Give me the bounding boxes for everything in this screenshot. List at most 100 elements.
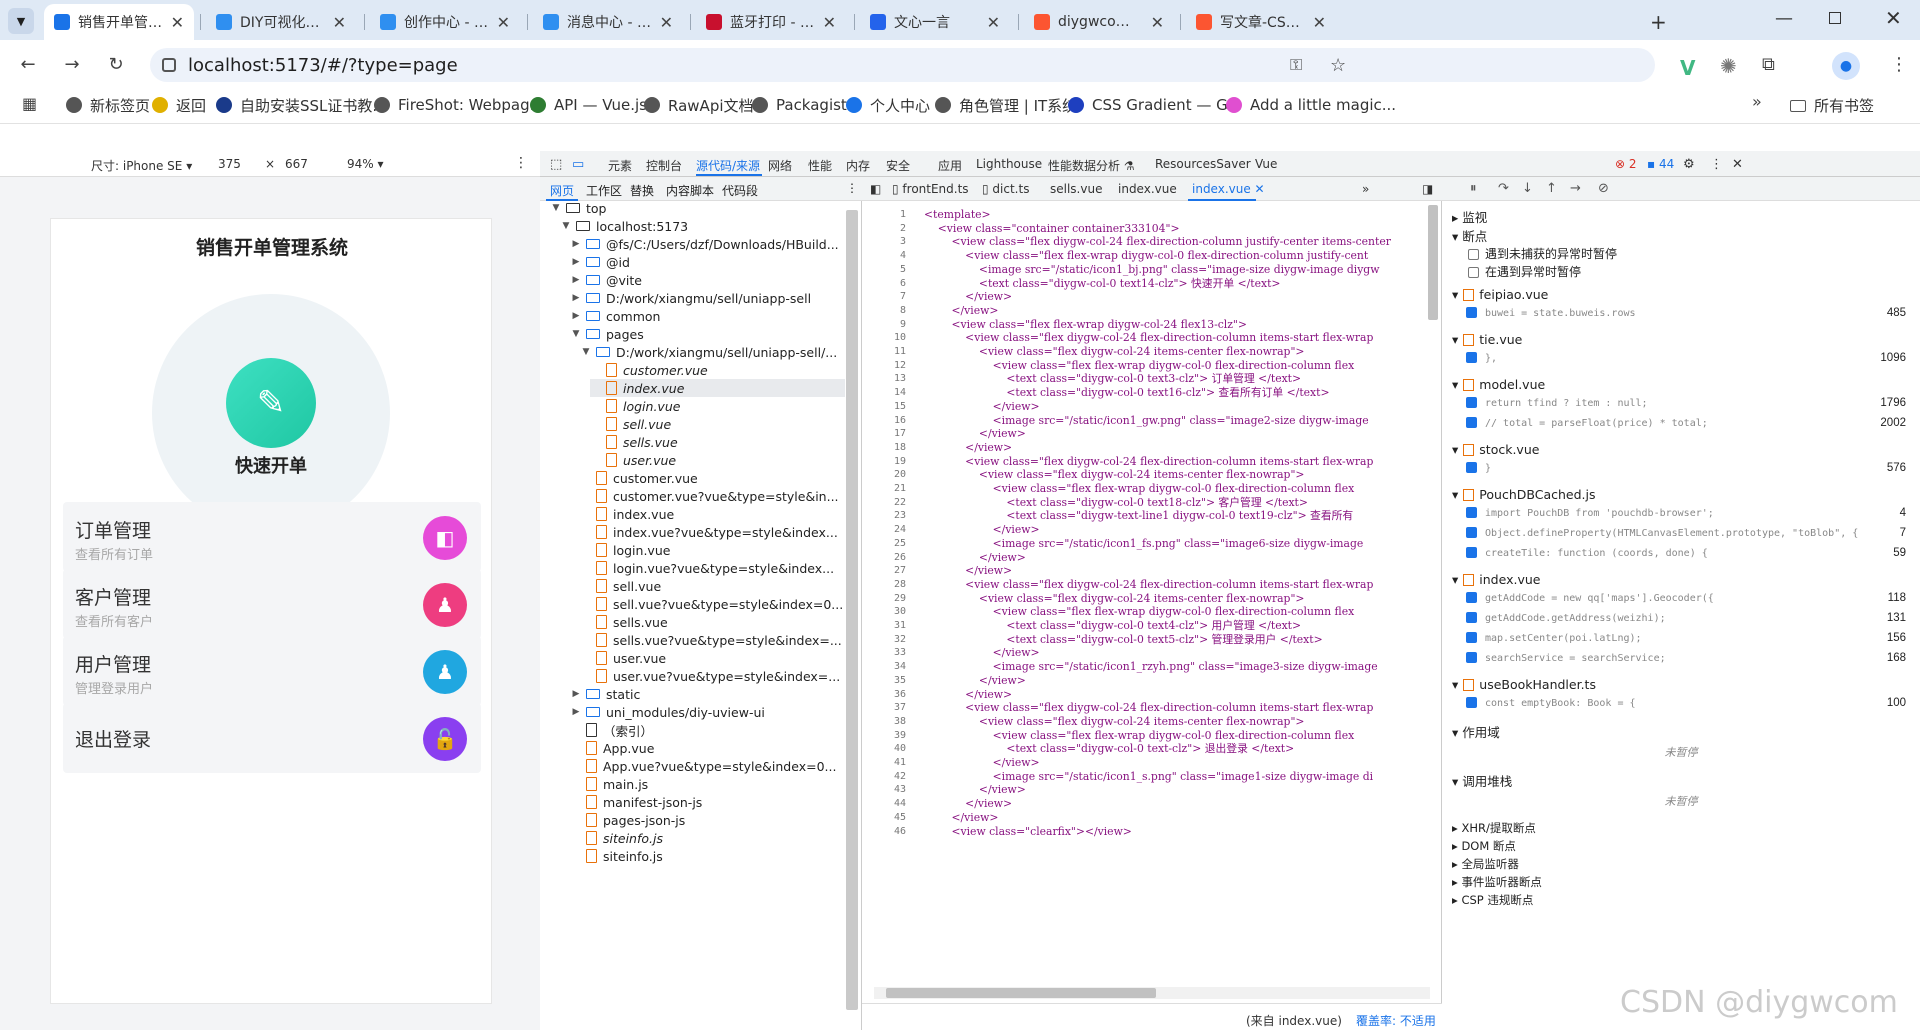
browser-tab[interactable]: 写文章-CSDN创 ✕ xyxy=(1186,4,1336,40)
reload-button[interactable]: ↻ xyxy=(102,50,130,78)
tree-item[interactable]: ▼ top xyxy=(550,199,845,217)
line-number[interactable]: 44 xyxy=(862,797,906,811)
code-line[interactable]: </view> xyxy=(924,756,1440,770)
breakpoint-file[interactable]: ▾ PouchDBCached.js xyxy=(1452,487,1596,502)
line-number[interactable]: 8 xyxy=(862,304,906,318)
device-width[interactable]: 375 xyxy=(218,157,241,171)
code-line[interactable]: </view> xyxy=(924,564,1440,578)
bookmark-item[interactable]: API — Vue.js xyxy=(530,94,647,116)
devtools-tab[interactable]: 性能数据分析 ⚗ xyxy=(1048,157,1135,174)
deactivate-breakpoints-icon[interactable]: ⊘ xyxy=(1598,181,1609,196)
code-line[interactable]: </view> xyxy=(924,783,1440,797)
code-line[interactable]: </view> xyxy=(924,441,1440,455)
code-line[interactable]: <view class="flex diygw-col-24 flex-dire… xyxy=(924,455,1440,469)
step-icon[interactable]: → xyxy=(1570,181,1581,196)
tree-item[interactable]: login.vue?vue&type=style&index... xyxy=(580,559,845,577)
device-height[interactable]: 667 xyxy=(285,157,308,171)
line-number[interactable]: 6 xyxy=(862,277,906,291)
navigator-tab[interactable]: 替换 xyxy=(630,182,654,199)
caret-down-icon[interactable]: ▼ xyxy=(550,203,562,213)
caret-right-icon[interactable]: ▶ xyxy=(570,239,582,249)
bookmark-item[interactable]: Packagist xyxy=(752,94,847,116)
code-line[interactable]: <view class="flex flex-wrap diygw-col-0 … xyxy=(924,359,1440,373)
tree-item[interactable]: login.vue xyxy=(590,397,845,415)
code-line[interactable]: <image src="/static/icon1_s.png" class="… xyxy=(924,770,1440,784)
editor-tab[interactable]: index.vue xyxy=(1118,182,1177,196)
line-number[interactable]: 37 xyxy=(862,701,906,715)
editor-tab[interactable]: index.vue ✕ xyxy=(1192,182,1265,196)
line-number[interactable]: 3 xyxy=(862,235,906,249)
menu-card[interactable]: 退出登录 🔓 xyxy=(63,703,481,773)
code-line[interactable]: <view class="flex diygw-col-24 items-cen… xyxy=(924,468,1440,482)
profile-avatar[interactable]: ● xyxy=(1832,52,1860,80)
code-line[interactable]: </view> xyxy=(924,797,1440,811)
checkbox-checked[interactable] xyxy=(1466,462,1477,473)
devtools-tab[interactable]: Vue xyxy=(1255,157,1277,171)
checkbox-checked[interactable] xyxy=(1466,592,1477,603)
zoom-select[interactable]: 94% ▾ xyxy=(347,157,384,171)
breakpoint-item[interactable]: const emptyBook: Book = {100 xyxy=(1466,697,1906,715)
code-line[interactable]: <view class="container container333104"> xyxy=(924,222,1440,236)
device-mode-icon[interactable]: ▭ xyxy=(572,157,584,172)
tree-item[interactable]: sell.vue?vue&type=style&index=0... xyxy=(580,595,845,613)
tree-item[interactable]: App.vue xyxy=(570,739,845,757)
breakpoint-item[interactable]: // total = parseFloat(price) * total; 200… xyxy=(1466,417,1906,435)
menu-kebab-icon[interactable]: ⋮ xyxy=(1890,54,1908,75)
editor-tab[interactable]: ▯ frontEnd.ts xyxy=(892,182,969,196)
line-number[interactable]: 29 xyxy=(862,592,906,606)
tree-item[interactable]: user.vue xyxy=(590,451,845,469)
devtools-close-icon[interactable]: ✕ xyxy=(1732,157,1743,172)
line-number[interactable]: 26 xyxy=(862,551,906,565)
breakpoint-item[interactable]: getAddCode.getAddress(weizhi); 131 xyxy=(1466,612,1906,630)
step-out-icon[interactable]: ↑ xyxy=(1546,181,1557,196)
browser-tab[interactable]: DIY可视化的个人 ✕ xyxy=(206,4,356,40)
tree-item[interactable]: ▶ @id xyxy=(570,253,845,271)
step-into-icon[interactable]: ↓ xyxy=(1522,181,1533,196)
tree-item[interactable]: ▼ D:/work/xiangmu/sell/uniapp-sell/... xyxy=(580,343,845,361)
debugger-section[interactable]: ▸ CSP 违规断点 xyxy=(1452,892,1533,908)
line-number[interactable]: 19 xyxy=(862,455,906,469)
code-line[interactable]: </view> xyxy=(924,688,1440,702)
tree-item[interactable]: sell.vue xyxy=(580,577,845,595)
devtools-tab[interactable]: 应用 xyxy=(938,157,962,174)
restore-button[interactable] xyxy=(1829,12,1841,24)
checkbox[interactable] xyxy=(1468,267,1479,278)
debugger-section[interactable]: ▾ 调用堆栈 xyxy=(1452,771,1512,790)
line-number[interactable]: 24 xyxy=(862,523,906,537)
line-number[interactable]: 23 xyxy=(862,509,906,523)
breakpoint-item[interactable]: }, 1096 xyxy=(1466,352,1906,370)
line-number[interactable]: 7 xyxy=(862,290,906,304)
tab-close-icon[interactable]: ✕ xyxy=(333,13,346,32)
line-number[interactable]: 40 xyxy=(862,742,906,756)
breakpoint-file[interactable]: ▾ tie.vue xyxy=(1452,332,1522,347)
caret-right-icon[interactable]: ▶ xyxy=(570,311,582,321)
tree-item[interactable]: index.vue?vue&type=style&index... xyxy=(580,523,845,541)
navigator-tab[interactable]: 内容脚本 xyxy=(666,182,714,199)
line-number[interactable]: 12 xyxy=(862,359,906,373)
breakpoint-file[interactable]: ▾ model.vue xyxy=(1452,377,1545,392)
coverage-status[interactable]: 覆盖率: 不适用 xyxy=(1356,1012,1436,1029)
tree-item[interactable]: ▼ pages xyxy=(570,325,845,343)
navigator-tab[interactable]: 工作区 xyxy=(586,182,622,199)
breakpoint-file[interactable]: ▾ stock.vue xyxy=(1452,442,1539,457)
tree-item[interactable]: user.vue?vue&type=style&index=... xyxy=(580,667,845,685)
devtools-tab[interactable]: 性能 xyxy=(808,157,832,174)
device-select[interactable]: 尺寸: iPhone SE ▾ xyxy=(91,157,192,174)
settings-gear-icon[interactable]: ⚙ xyxy=(1683,157,1695,172)
tab-close-icon[interactable]: ✕ xyxy=(1151,13,1164,32)
tree-item[interactable]: ▼ localhost:5173 xyxy=(560,217,845,235)
breakpoint-item[interactable]: getAddCode = new qq['maps'].Geocoder({11… xyxy=(1466,592,1906,610)
tab-close-icon[interactable]: ✕ xyxy=(987,13,1000,32)
tree-item[interactable]: siteinfo.js xyxy=(570,829,845,847)
checkbox-checked[interactable] xyxy=(1466,397,1477,408)
menu-card[interactable]: 客户管理 查看所有客户 ♟ xyxy=(63,569,481,639)
checkbox-checked[interactable] xyxy=(1466,527,1477,538)
more-bookmarks-icon[interactable]: » xyxy=(1752,92,1762,111)
tree-item[interactable]: App.vue?vue&type=style&index=0... xyxy=(570,757,845,775)
toggle-navigator-icon[interactable]: ◧ xyxy=(870,182,881,196)
tree-item[interactable]: ▶ @vite xyxy=(570,271,845,289)
line-number[interactable]: 21 xyxy=(862,482,906,496)
code-line[interactable]: <text class="diygw-col-0 text5-clz"> 管理登… xyxy=(924,633,1440,647)
line-number[interactable]: 41 xyxy=(862,756,906,770)
devtools-tab[interactable]: 内存 xyxy=(846,157,870,174)
